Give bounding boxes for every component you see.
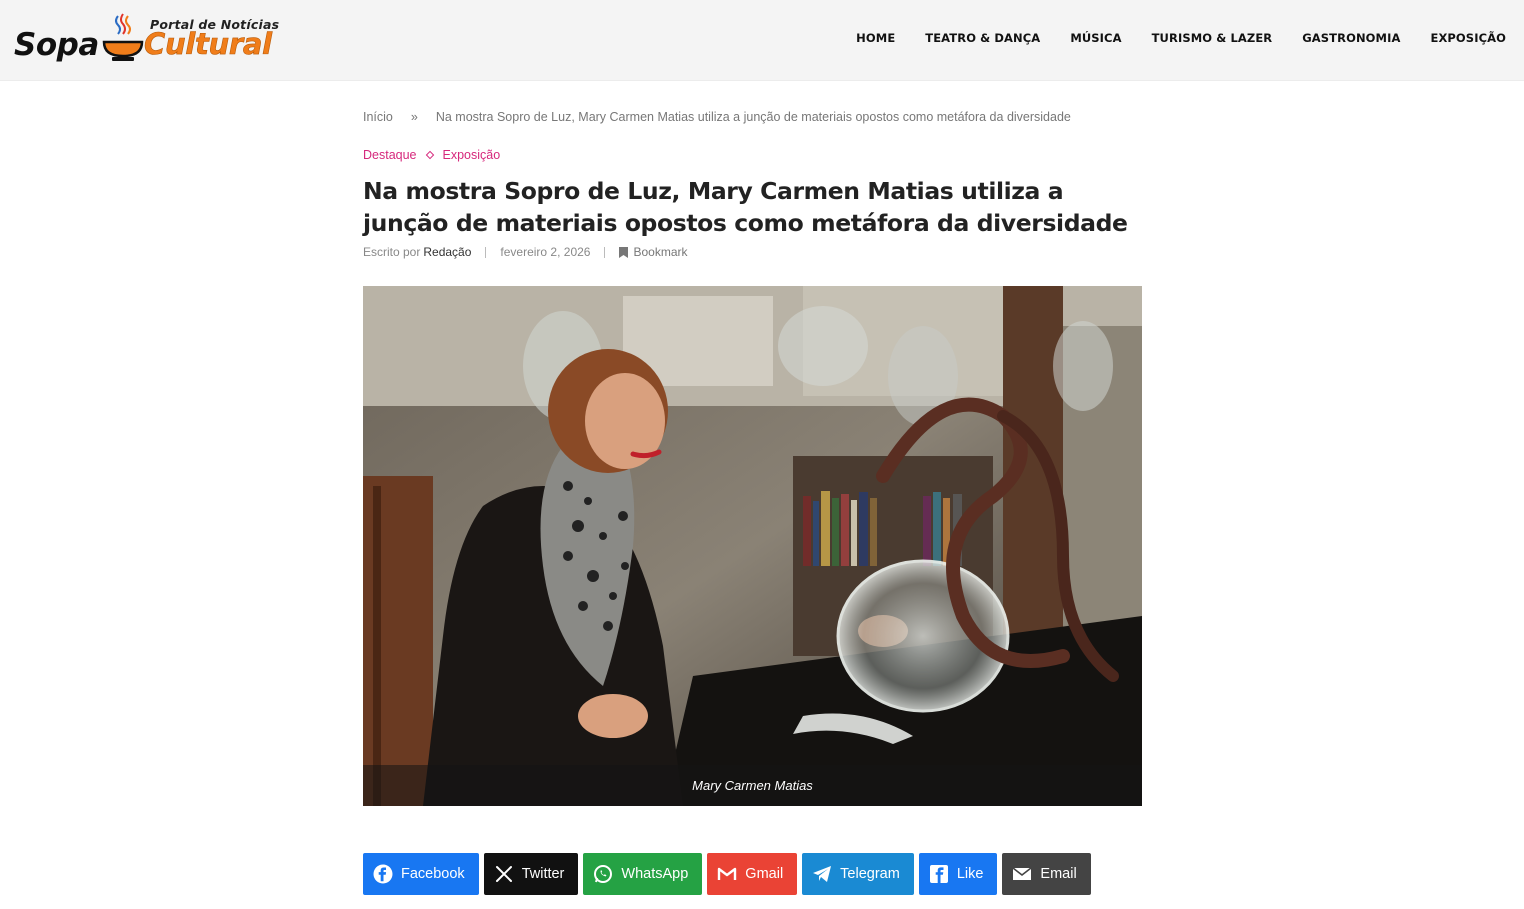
- logo-word-sopa: Sopa: [14, 27, 99, 63]
- share-bar: Facebook Twitter WhatsApp Gmail Telegram: [363, 853, 1091, 895]
- envelope-icon: [1012, 864, 1032, 884]
- author-link[interactable]: Redação: [423, 245, 471, 259]
- share-facebook-button[interactable]: Facebook: [363, 853, 479, 895]
- article-meta: Escrito por Redação fevereiro 2, 2026 Bo…: [363, 245, 688, 259]
- nav-exposicao[interactable]: EXPOSIÇÃO: [1430, 31, 1506, 45]
- share-gmail-label: Gmail: [745, 866, 784, 882]
- category-list: Destaque Exposição: [363, 148, 500, 162]
- category-separator-icon: [425, 150, 434, 160]
- share-email-label: Email: [1040, 866, 1077, 882]
- featured-photo: [363, 286, 1142, 806]
- logo-word-cultural: Cultural: [144, 27, 273, 62]
- written-by-label: Escrito por: [363, 245, 421, 259]
- nav-gastronomia[interactable]: GASTRONOMIA: [1302, 31, 1400, 45]
- share-like-button[interactable]: Like: [918, 853, 998, 895]
- telegram-icon: [812, 864, 832, 884]
- share-telegram-label: Telegram: [840, 866, 900, 882]
- share-gmail-button[interactable]: Gmail: [707, 853, 798, 895]
- bookmark-icon: [619, 246, 629, 258]
- meta-divider: [604, 246, 606, 258]
- publish-date: fevereiro 2, 2026: [500, 245, 591, 259]
- site-logo[interactable]: Portal de Notícias Sopa Cultural: [12, 10, 284, 70]
- facebook-like-icon: [929, 864, 949, 884]
- bookmark-label: Bookmark: [633, 245, 688, 259]
- main-nav: HOME TEATRO & DANÇA MÚSICA TURISMO & LAZ…: [856, 31, 1506, 45]
- meta-divider: [485, 246, 487, 258]
- site-header: Portal de Notícias Sopa Cultural HOME TE…: [0, 0, 1524, 81]
- share-whatsapp-label: WhatsApp: [621, 866, 689, 882]
- facebook-icon: [373, 864, 393, 884]
- breadcrumb-home-link[interactable]: Início: [363, 110, 393, 124]
- whatsapp-icon: [593, 864, 613, 884]
- nav-teatro-danca[interactable]: TEATRO & DANÇA: [925, 31, 1040, 45]
- bookmark-button[interactable]: Bookmark: [619, 245, 688, 259]
- image-caption: Mary Carmen Matias: [363, 765, 1142, 806]
- category-exposicao[interactable]: Exposição: [443, 148, 501, 162]
- gmail-icon: [717, 864, 737, 884]
- share-facebook-label: Facebook: [401, 866, 465, 882]
- soup-bowl-icon: [102, 13, 144, 61]
- breadcrumb: Início » Na mostra Sopro de Luz, Mary Ca…: [363, 110, 1071, 124]
- share-whatsapp-button[interactable]: WhatsApp: [583, 853, 703, 895]
- breadcrumb-current: Na mostra Sopro de Luz, Mary Carmen Mati…: [435, 110, 1071, 124]
- share-twitter-button[interactable]: Twitter: [483, 853, 579, 895]
- share-email-button[interactable]: Email: [1002, 853, 1091, 895]
- featured-image: Mary Carmen Matias: [363, 286, 1142, 806]
- share-like-label: Like: [956, 866, 984, 882]
- share-telegram-button[interactable]: Telegram: [802, 853, 914, 895]
- share-twitter-label: Twitter: [521, 866, 565, 882]
- x-icon: [494, 864, 514, 884]
- breadcrumb-separator: »: [410, 110, 418, 124]
- category-destaque[interactable]: Destaque: [363, 148, 417, 162]
- nav-turismo-lazer[interactable]: TURISMO & LAZER: [1152, 31, 1273, 45]
- article-title: Na mostra Sopro de Luz, Mary Carmen Mati…: [363, 177, 1128, 237]
- nav-musica[interactable]: MÚSICA: [1070, 31, 1121, 45]
- nav-home[interactable]: HOME: [856, 31, 895, 45]
